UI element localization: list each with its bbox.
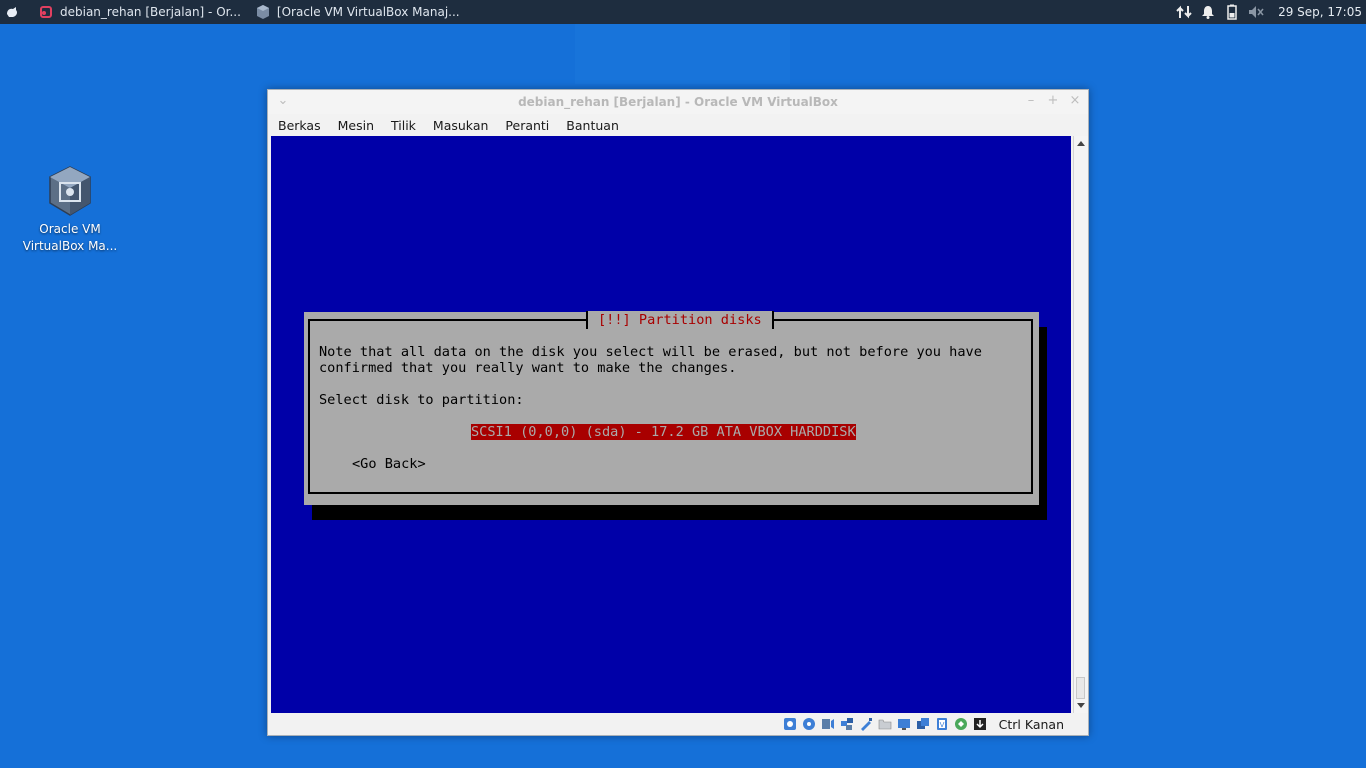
- dialog-title: [!!] Partition disks: [586, 311, 774, 329]
- disk-option-sda[interactable]: SCSI1 (0,0,0) (sda) - 17.2 GB ATA VBOX H…: [471, 424, 856, 440]
- guest-additions-icon[interactable]: [953, 716, 969, 732]
- xfce-mouse-icon: [7, 7, 17, 17]
- menu-bantuan[interactable]: Bantuan: [556, 118, 626, 133]
- dialog-text-line1: Note that all data on the disk you selec…: [319, 344, 982, 360]
- desktop-icon-virtualbox-manager[interactable]: Oracle VM VirtualBox Ma...: [20, 165, 120, 255]
- menu-berkas[interactable]: Berkas: [268, 118, 328, 133]
- hard-disk-icon[interactable]: [782, 716, 798, 732]
- desktop-icon-label-line2: VirtualBox Ma...: [22, 239, 118, 253]
- scroll-down-icon[interactable]: [1077, 703, 1085, 708]
- virtualbox-cube-icon: [46, 165, 94, 217]
- disk-option-label: SCSI1 (0,0,0) (sda) - 17.2 GB ATA VBOX H…: [471, 424, 856, 440]
- whisker-menu-button[interactable]: [0, 0, 24, 24]
- svg-text:V: V: [939, 721, 944, 729]
- task-label: debian_rehan [Berjalan] - Or...: [60, 5, 241, 19]
- dialog-text-line2: confirmed that you really want to make t…: [319, 360, 737, 376]
- minimize-icon[interactable]: –: [1024, 94, 1038, 108]
- network-adapter-icon[interactable]: [839, 716, 855, 732]
- video-capture-icon[interactable]: [915, 716, 931, 732]
- partition-disks-dialog: [!!] Partition disks Note that all data …: [304, 311, 1039, 505]
- shared-folder-icon[interactable]: [877, 716, 893, 732]
- virtualbox-manager-icon: [255, 4, 271, 20]
- virtualbox-vm-icon: [38, 4, 54, 20]
- cpu-icon[interactable]: V: [934, 716, 950, 732]
- maximize-icon[interactable]: +: [1046, 94, 1060, 108]
- volume-muted-icon[interactable]: [1244, 0, 1268, 24]
- window-titlebar[interactable]: ⌄ debian_rehan [Berjalan] - Oracle VM Vi…: [268, 90, 1088, 114]
- display-icon[interactable]: [896, 716, 912, 732]
- battery-icon[interactable]: [1220, 0, 1244, 24]
- clock[interactable]: 29 Sep, 17:05: [1268, 5, 1366, 19]
- virtualbox-vm-window: ⌄ debian_rehan [Berjalan] - Oracle VM Vi…: [267, 89, 1089, 736]
- dialog-prompt: Select disk to partition:: [319, 392, 524, 408]
- task-vm-window[interactable]: debian_rehan [Berjalan] - Or...: [32, 0, 249, 24]
- task-vbox-manager[interactable]: [Oracle VM VirtualBox Manaj...: [249, 0, 468, 24]
- menu-masukan[interactable]: Masukan: [423, 118, 495, 133]
- desktop-icon-label-line1: Oracle VM: [39, 222, 101, 236]
- go-back-button[interactable]: <Go Back>: [352, 456, 426, 472]
- task-label: [Oracle VM VirtualBox Manaj...: [276, 5, 460, 19]
- notification-bell-icon[interactable]: [1196, 0, 1220, 24]
- panel-glow: [575, 24, 790, 84]
- audio-icon[interactable]: [820, 716, 836, 732]
- vm-display[interactable]: [!!] Partition disks Note that all data …: [271, 136, 1071, 713]
- close-icon[interactable]: ×: [1068, 94, 1082, 108]
- scroll-up-icon[interactable]: [1077, 141, 1085, 146]
- menu-tilik[interactable]: Tilik: [381, 118, 423, 133]
- optical-drive-icon[interactable]: [801, 716, 817, 732]
- top-panel: debian_rehan [Berjalan] - Or... [Oracle …: [0, 0, 1366, 24]
- status-bar: V Ctrl Kanan: [268, 713, 1088, 735]
- host-key-label: Ctrl Kanan: [998, 716, 1064, 732]
- usb-icon[interactable]: [858, 716, 874, 732]
- vertical-scrollbar[interactable]: [1073, 136, 1088, 713]
- menu-peranti[interactable]: Peranti: [495, 118, 556, 133]
- mouse-integration-icon[interactable]: [972, 716, 988, 732]
- network-icon[interactable]: [1172, 0, 1196, 24]
- menu-mesin[interactable]: Mesin: [328, 118, 381, 133]
- window-title: debian_rehan [Berjalan] - Oracle VM Virt…: [518, 95, 838, 109]
- menu-bar: Berkas Mesin Tilik Masukan Peranti Bantu…: [268, 114, 1088, 136]
- system-tray: 29 Sep, 17:05: [1172, 0, 1366, 24]
- scroll-thumb[interactable]: [1076, 677, 1085, 699]
